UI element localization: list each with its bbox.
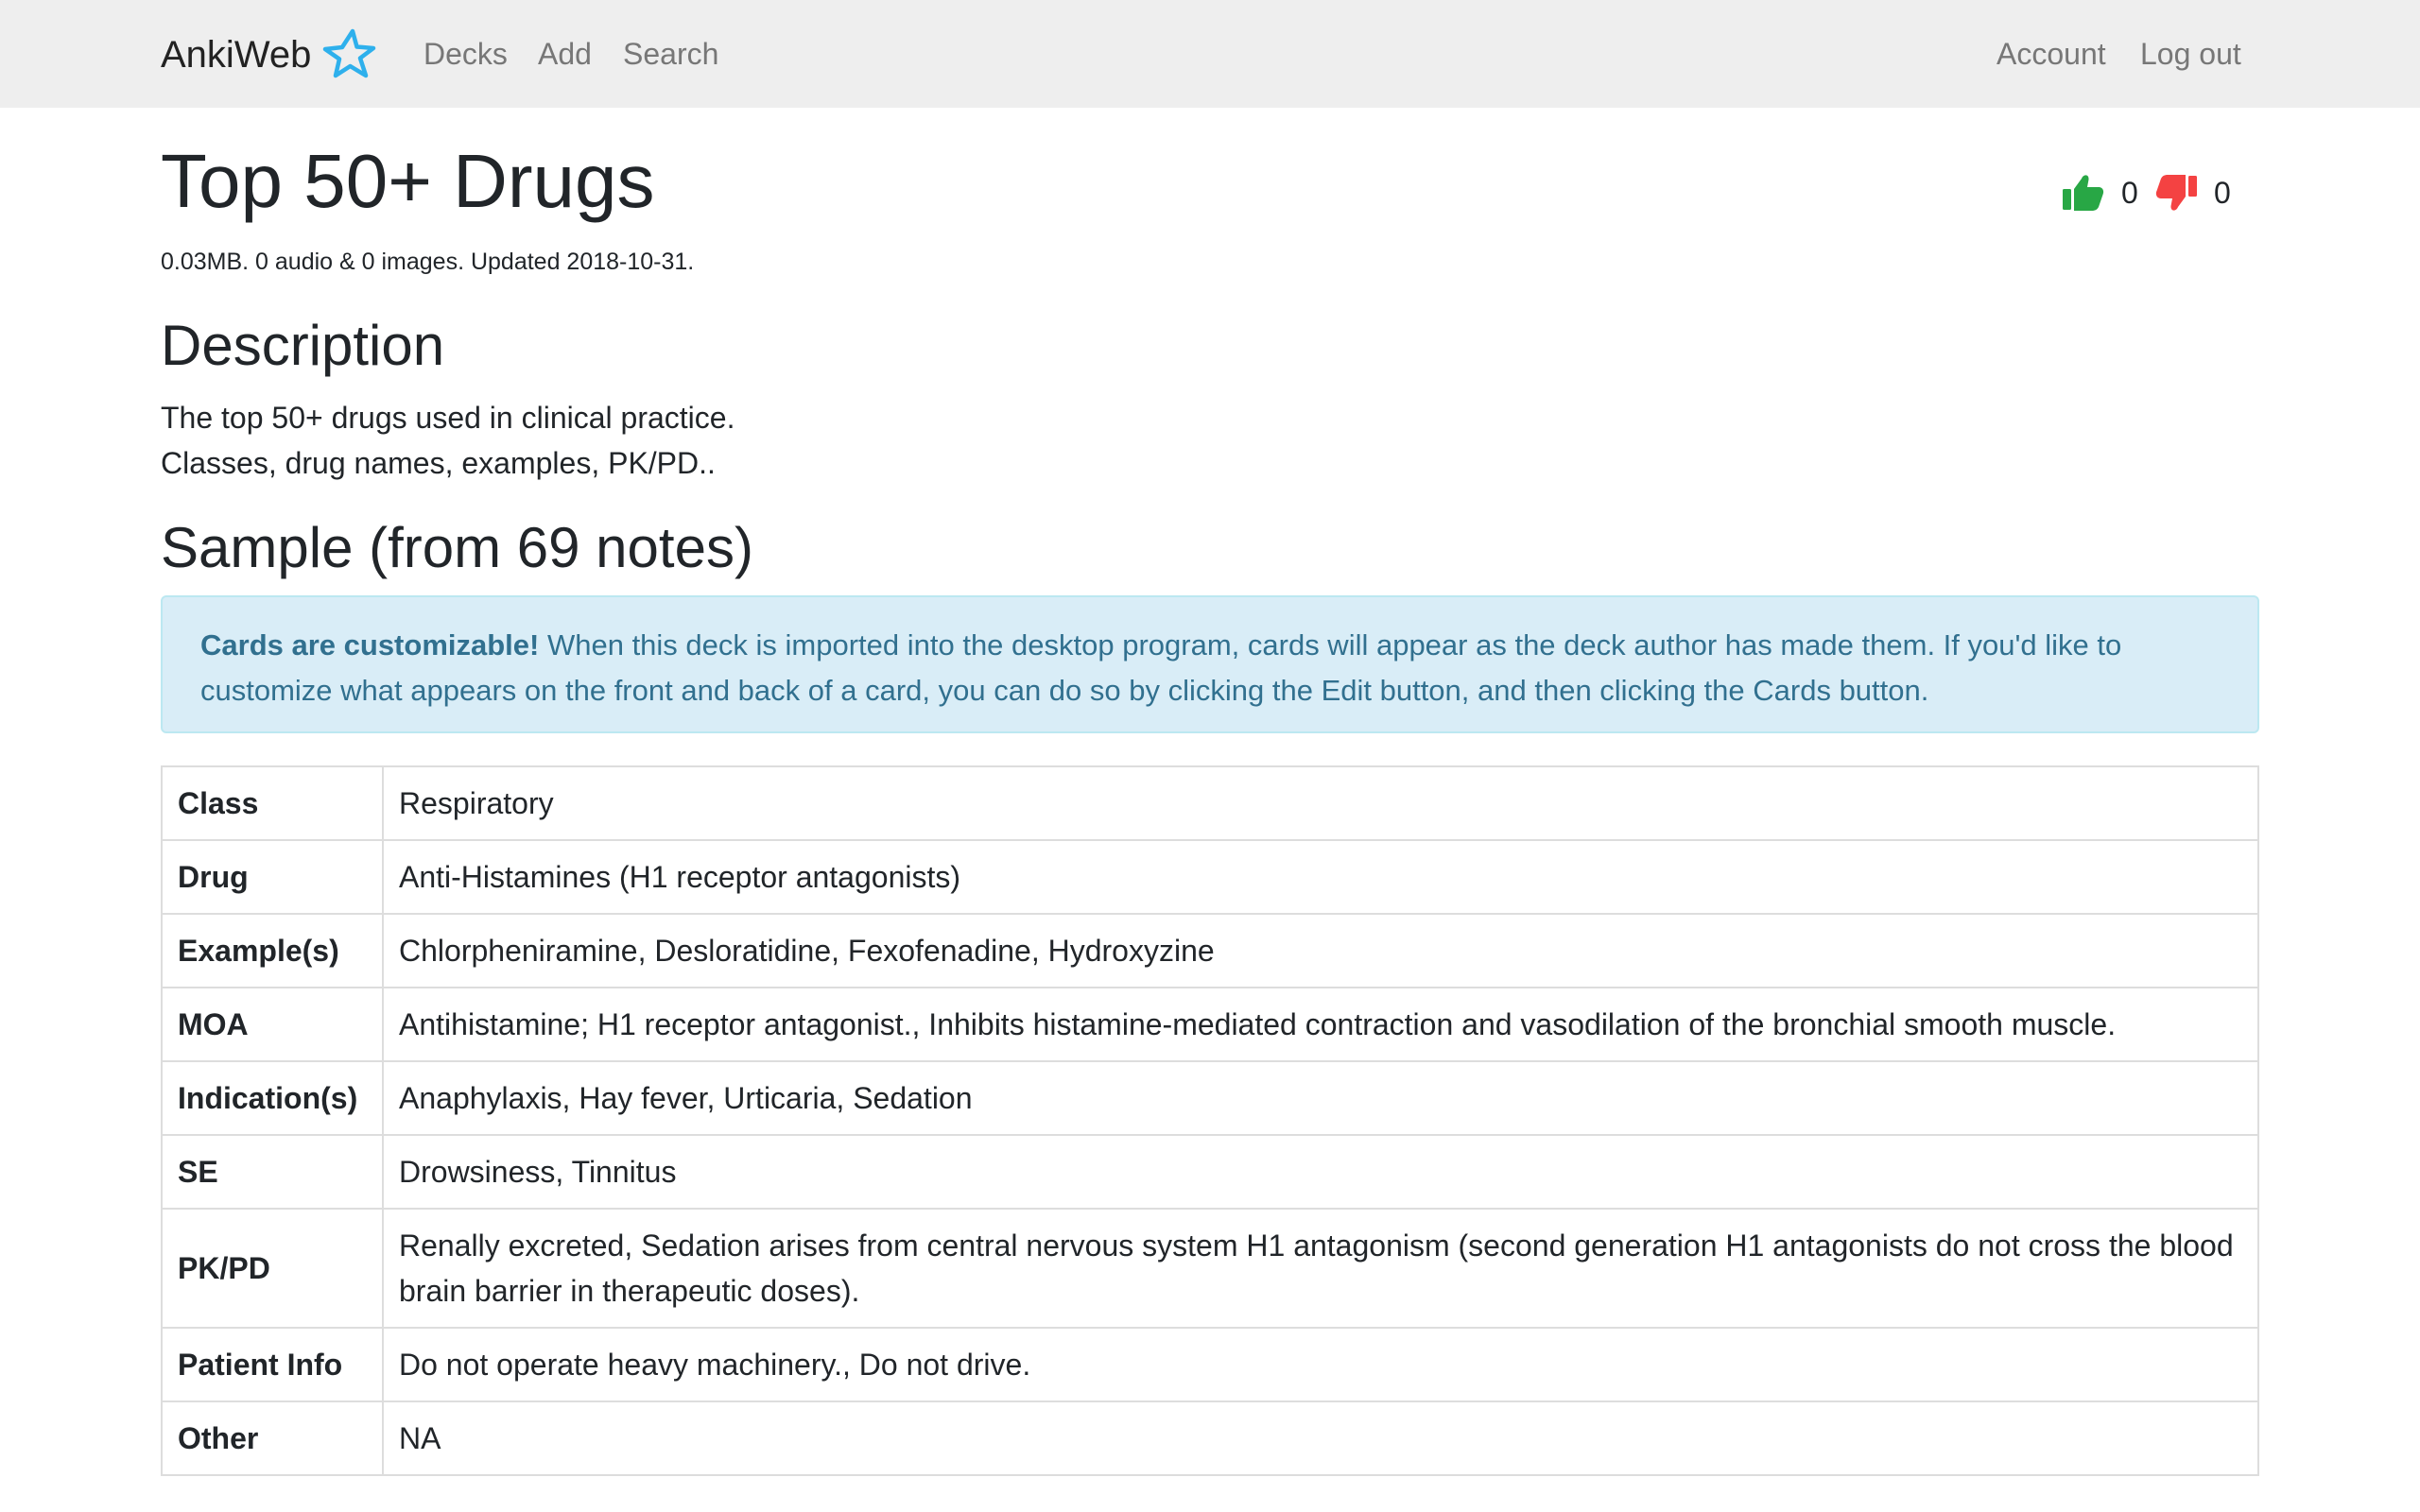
thumbs-down-rating[interactable]: 0 bbox=[2153, 166, 2231, 219]
field-value: Do not operate heavy machinery., Do not … bbox=[382, 1327, 2259, 1402]
customizable-cards-alert: Cards are customizable! When this deck i… bbox=[161, 595, 2259, 733]
table-row: Other NA bbox=[161, 1400, 2259, 1476]
field-value: Anaphylaxis, Hay fever, Urticaria, Sedat… bbox=[382, 1060, 2259, 1136]
table-row: SE Drowsiness, Tinnitus bbox=[161, 1134, 2259, 1210]
table-row: Indication(s) Anaphylaxis, Hay fever, Ur… bbox=[161, 1060, 2259, 1136]
field-name: Drug bbox=[161, 839, 384, 915]
sample-note-table: Class Respiratory Drug Anti-Histamines (… bbox=[161, 765, 2259, 1476]
table-row: Patient Info Do not operate heavy machin… bbox=[161, 1327, 2259, 1402]
description-line: Classes, drug names, examples, PK/PD.. bbox=[161, 446, 716, 480]
alert-strong: Cards are customizable! bbox=[200, 628, 540, 662]
nav-add[interactable]: Add bbox=[538, 32, 592, 76]
field-value: Drowsiness, Tinnitus bbox=[382, 1134, 2259, 1210]
field-value: Renally excreted, Sedation arises from c… bbox=[382, 1208, 2259, 1329]
field-name: SE bbox=[161, 1134, 384, 1210]
table-row: MOA Antihistamine; H1 receptor antagonis… bbox=[161, 987, 2259, 1062]
field-name: Indication(s) bbox=[161, 1060, 384, 1136]
table-row: PK/PD Renally excreted, Sedation arises … bbox=[161, 1208, 2259, 1329]
field-name: MOA bbox=[161, 987, 384, 1062]
brand-link[interactable]: AnkiWeb bbox=[161, 26, 379, 83]
deck-meta: 0.03MB. 0 audio & 0 images. Updated 2018… bbox=[161, 249, 695, 275]
page-title: Top 50+ Drugs bbox=[161, 139, 655, 223]
field-name: Patient Info bbox=[161, 1327, 384, 1402]
field-value: Chlorpheniramine, Desloratidine, Fexofen… bbox=[382, 913, 2259, 988]
nav-logout[interactable]: Log out bbox=[2140, 32, 2241, 76]
description-heading: Description bbox=[161, 314, 445, 377]
field-value: Antihistamine; H1 receptor antagonist., … bbox=[382, 987, 2259, 1062]
field-name: Class bbox=[161, 765, 384, 841]
nav-search[interactable]: Search bbox=[623, 32, 718, 76]
star-icon bbox=[323, 28, 376, 78]
field-name: Other bbox=[161, 1400, 384, 1476]
table-row: Class Respiratory bbox=[161, 765, 2259, 841]
thumbs-up-icon bbox=[2063, 175, 2104, 211]
field-value: Respiratory bbox=[382, 765, 2259, 841]
thumbs-up-rating[interactable]: 0 bbox=[2061, 166, 2138, 219]
table-row: Drug Anti-Histamines (H1 receptor antago… bbox=[161, 839, 2259, 915]
field-name: Example(s) bbox=[161, 913, 384, 988]
brand-name: AnkiWeb bbox=[161, 34, 312, 76]
table-row: Example(s) Chlorpheniramine, Desloratidi… bbox=[161, 913, 2259, 988]
field-name: PK/PD bbox=[161, 1208, 384, 1329]
nav-account[interactable]: Account bbox=[1996, 32, 2106, 76]
thumbs-down-icon bbox=[2155, 175, 2197, 211]
top-navbar: AnkiWeb Decks Add Search Account Log out bbox=[0, 0, 2420, 108]
thumbs-down-count: 0 bbox=[2214, 175, 2231, 210]
description-line: The top 50+ drugs used in clinical pract… bbox=[161, 401, 735, 435]
field-value: NA bbox=[382, 1400, 2259, 1476]
sample-heading: Sample (from 69 notes) bbox=[161, 516, 753, 579]
nav-decks[interactable]: Decks bbox=[424, 32, 508, 76]
thumbs-up-count: 0 bbox=[2121, 175, 2138, 210]
field-value: Anti-Histamines (H1 receptor antagonists… bbox=[382, 839, 2259, 915]
